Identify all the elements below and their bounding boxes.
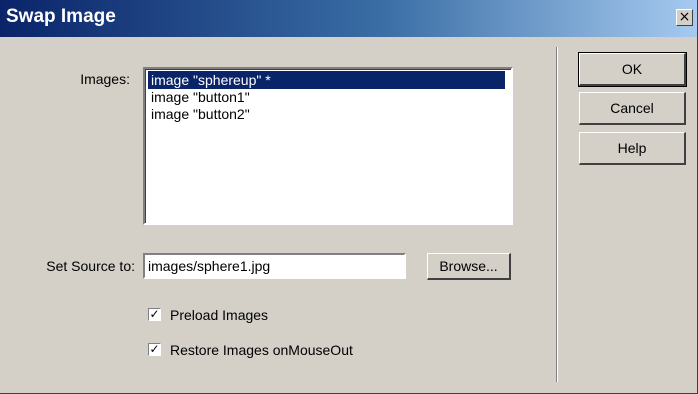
list-item-sphereup[interactable]: image "sphereup" * (148, 71, 505, 89)
checkmark-icon: ✓ (149, 342, 160, 356)
restore-images-checkbox[interactable]: ✓ (148, 343, 161, 356)
list-item-button1[interactable]: image "button1" (148, 88, 250, 106)
preload-images-label: Preload Images (170, 307, 269, 323)
cancel-button[interactable]: Cancel (579, 92, 686, 125)
source-path-field[interactable]: images/sphere1.jpg (143, 253, 406, 279)
close-button[interactable]: × (676, 9, 693, 26)
browse-button[interactable]: Browse... (427, 253, 511, 280)
list-item-button2[interactable]: image "button2" (148, 105, 250, 123)
images-listbox[interactable]: image "sphereup" * image "button1" image… (143, 67, 513, 225)
ok-button[interactable]: OK (578, 52, 687, 87)
preload-images-checkbox[interactable]: ✓ (148, 308, 161, 321)
images-label: Images: (80, 71, 130, 87)
dialog-title: Swap Image (6, 6, 116, 27)
close-icon: × (678, 9, 691, 25)
vertical-separator (556, 47, 558, 382)
checkmark-icon: ✓ (149, 307, 160, 321)
restore-images-label: Restore Images onMouseOut (170, 342, 353, 358)
set-source-label: Set Source to: (46, 258, 135, 274)
help-button[interactable]: Help (579, 132, 686, 165)
title-bar[interactable]: Swap Image × (0, 0, 697, 37)
swap-image-dialog: Swap Image × Images: image "sphereup" * … (0, 0, 698, 394)
